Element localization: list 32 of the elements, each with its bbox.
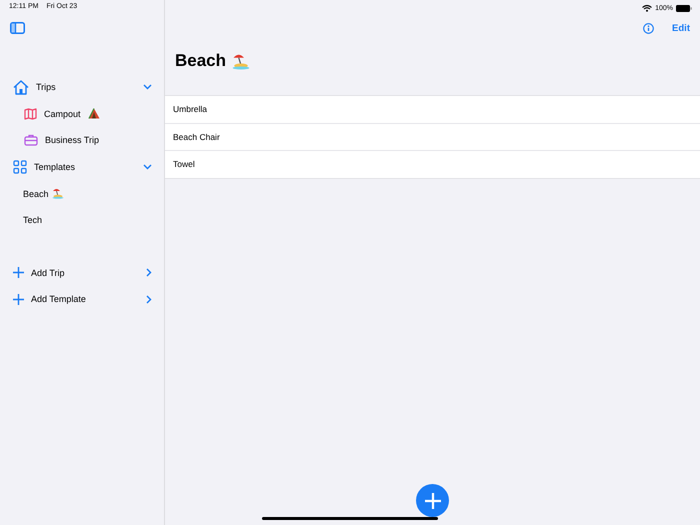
house-icon <box>13 80 29 95</box>
chevron-right-icon <box>146 268 152 278</box>
plus-icon <box>424 492 442 510</box>
add-action[interactable]: Add Template <box>0 286 164 313</box>
island-icon <box>232 52 250 70</box>
sidebar-item[interactable]: Business Trip <box>0 127 164 154</box>
edit-button[interactable]: Edit <box>672 22 690 34</box>
chevron-icon[interactable] <box>143 84 152 90</box>
list-item[interactable]: Umbrella <box>165 96 700 124</box>
chevron-icon[interactable] <box>143 164 152 170</box>
sidebar-item[interactable]: Beach <box>0 180 164 207</box>
info-icon[interactable] <box>643 22 654 34</box>
grid-icon <box>13 160 27 174</box>
sidebar-toggle-icon[interactable] <box>10 22 25 34</box>
map-icon <box>24 108 37 120</box>
battery-icon <box>676 4 692 12</box>
add-action[interactable]: Add Trip <box>0 260 164 286</box>
section-header[interactable]: Templates <box>0 154 164 180</box>
chevron-right-icon <box>146 294 152 304</box>
section-header[interactable]: Trips <box>0 74 164 101</box>
sidebar-item[interactable]: Tech <box>0 206 164 234</box>
plus-icon <box>13 294 24 305</box>
wifi-icon <box>642 4 652 12</box>
tent-icon <box>88 108 100 120</box>
list-item[interactable]: Beach Chair <box>165 124 700 151</box>
add-button[interactable] <box>416 484 449 517</box>
list-item[interactable]: Towel <box>165 151 700 178</box>
plus-icon <box>13 267 24 278</box>
sidebar-item[interactable]: Campout <box>0 100 164 128</box>
page-title: Beach <box>175 51 226 71</box>
briefcase-icon <box>24 134 38 146</box>
island-icon <box>52 188 64 200</box>
